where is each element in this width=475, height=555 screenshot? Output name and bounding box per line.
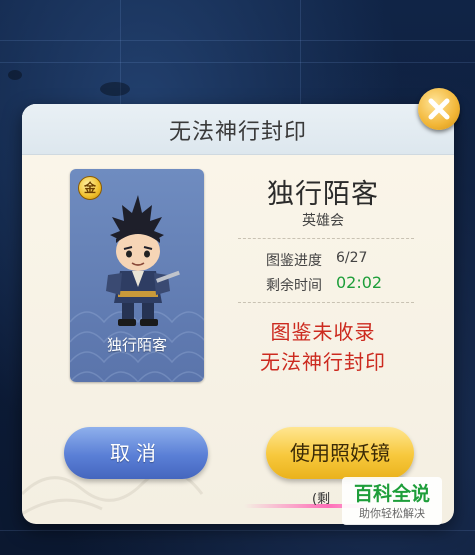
dialog-header: 无法神行封印 (22, 104, 454, 155)
progress-value: 6/27 (336, 250, 368, 266)
progress-label: 图鉴进度 (266, 253, 322, 269)
hero-card: 金 独行陌客 (70, 169, 204, 382)
hero-portrait (106, 195, 180, 326)
hero-group: 英雄会 (302, 213, 344, 229)
watermark-subtitle: 助你轻松解决 (359, 507, 425, 520)
divider (238, 238, 414, 239)
cancel-button[interactable]: 取消 (64, 427, 208, 479)
close-button[interactable] (418, 88, 460, 130)
hero-name: 独行陌客 (267, 179, 379, 210)
use-mirror-button[interactable]: 使用照妖镜 (266, 427, 414, 479)
time-value: 02:02 (336, 273, 383, 292)
divider (238, 302, 414, 303)
close-icon (428, 98, 450, 120)
warning-line-1: 图鉴未收录 (270, 320, 376, 344)
watermark: 百科全说 助你轻松解决 (342, 477, 442, 525)
time-label: 剩余时间 (266, 278, 322, 294)
dialog-title: 无法神行封印 (168, 120, 307, 145)
warning-line-2: 无法神行封印 (260, 350, 386, 374)
hero-card-name: 独行陌客 (106, 336, 167, 354)
watermark-title: 百科全说 (353, 483, 430, 505)
seal-dialog: 无法神行封印 金 独行陌客 独行陌客 英雄会 图鉴进度 6/27 剩余时间 02… (22, 104, 454, 524)
partial-text: (剩 (312, 492, 331, 507)
